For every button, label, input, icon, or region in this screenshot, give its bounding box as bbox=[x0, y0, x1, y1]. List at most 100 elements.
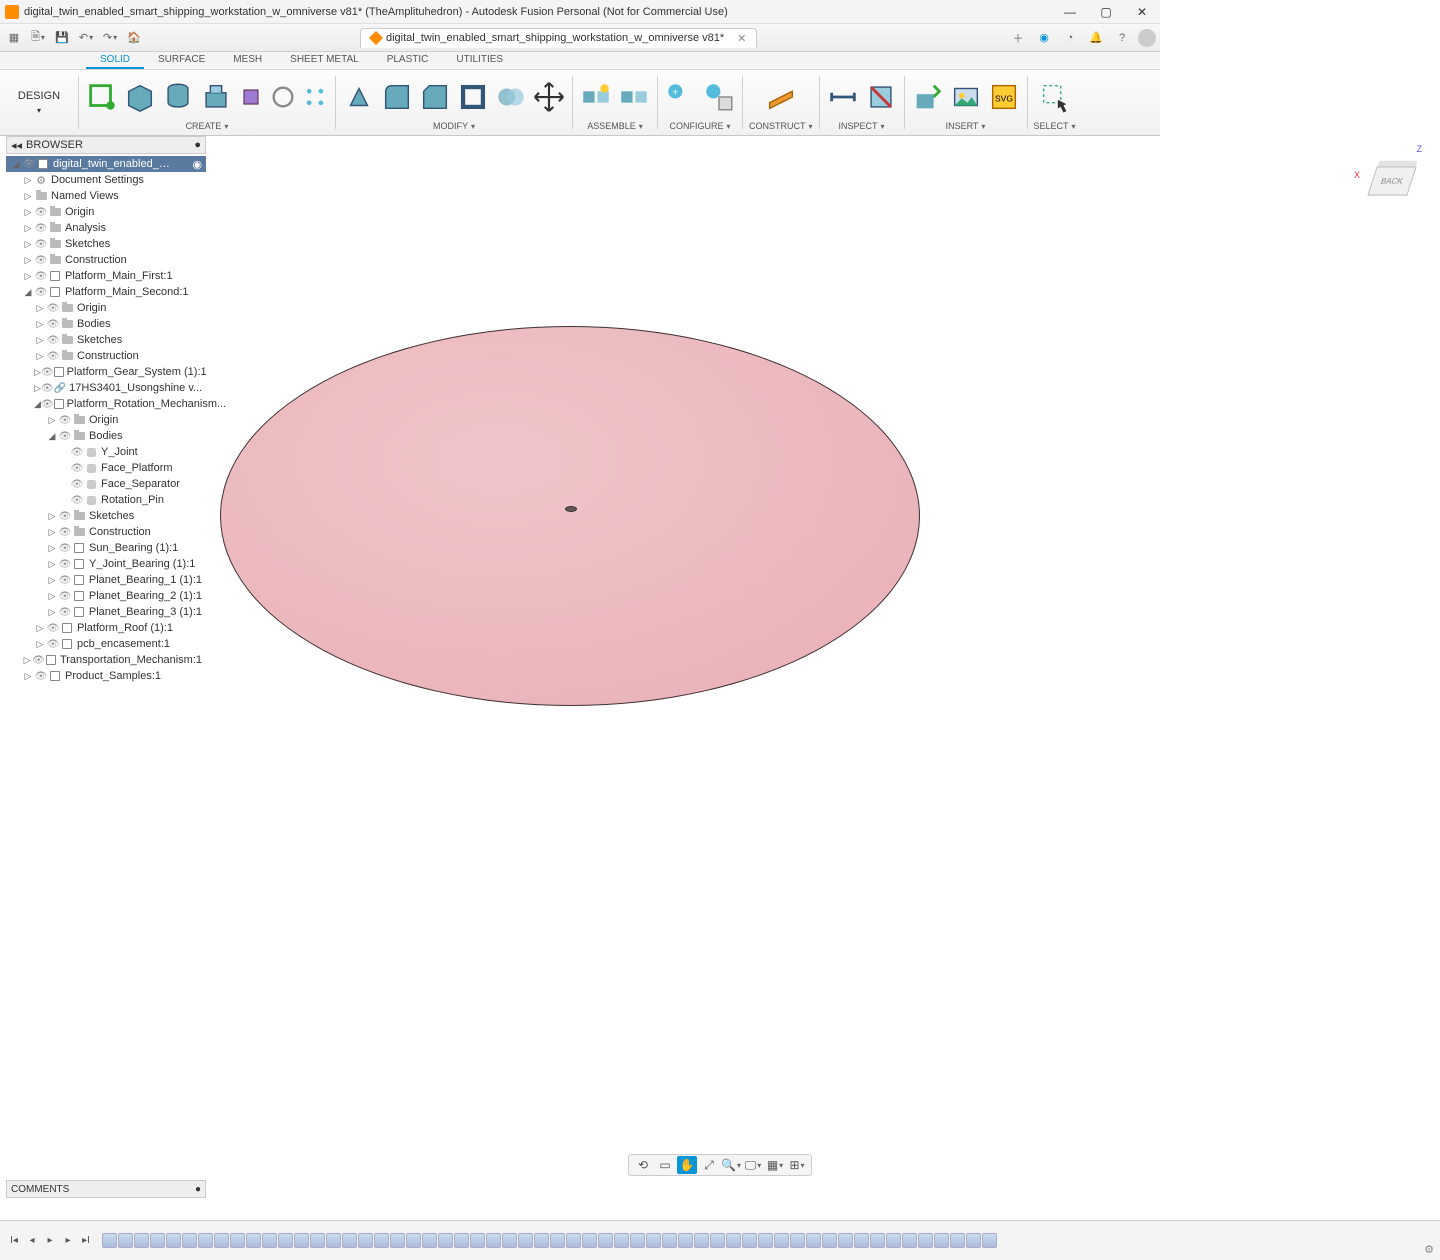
timeline-feature[interactable] bbox=[534, 1233, 549, 1248]
select-icon[interactable] bbox=[1038, 80, 1072, 114]
timeline-feature[interactable] bbox=[342, 1233, 357, 1248]
undo-icon[interactable]: ↶ bbox=[76, 28, 96, 48]
tab-solid[interactable]: SOLID bbox=[86, 52, 144, 69]
timeline-feature[interactable] bbox=[550, 1233, 565, 1248]
timeline-track[interactable] bbox=[102, 1233, 1428, 1248]
tree-item[interactable]: ▷👁Analysis bbox=[6, 220, 206, 236]
timeline-feature[interactable] bbox=[630, 1233, 645, 1248]
tree-item[interactable]: ▷👁Product_Samples:1 bbox=[6, 668, 206, 684]
timeline-feature[interactable] bbox=[502, 1233, 517, 1248]
timeline-feature[interactable] bbox=[294, 1233, 309, 1248]
shell-icon[interactable] bbox=[456, 80, 490, 114]
tree-item[interactable]: ▷👁Origin bbox=[6, 204, 206, 220]
orbit-icon[interactable]: ⟲ bbox=[633, 1156, 653, 1174]
timeline-feature[interactable] bbox=[246, 1233, 261, 1248]
assemble-label[interactable]: ASSEMBLE bbox=[587, 121, 643, 133]
press-pull-icon[interactable] bbox=[342, 80, 376, 114]
timeline-feature[interactable] bbox=[134, 1233, 149, 1248]
model-disk-face[interactable] bbox=[220, 326, 920, 706]
timeline-feature[interactable] bbox=[966, 1233, 981, 1248]
timeline-feature[interactable] bbox=[230, 1233, 245, 1248]
timeline-feature[interactable] bbox=[870, 1233, 885, 1248]
tree-item[interactable]: ▷👁pcb_encasement:1 bbox=[6, 636, 206, 652]
tree-item[interactable]: ◢👁Platform_Main_Second:1 bbox=[6, 284, 206, 300]
tree-item[interactable]: ▷👁Transportation_Mechanism:1 bbox=[6, 652, 206, 668]
timeline-feature[interactable] bbox=[742, 1233, 757, 1248]
timeline-feature[interactable] bbox=[278, 1233, 293, 1248]
chamfer-icon[interactable] bbox=[418, 80, 452, 114]
timeline-feature[interactable] bbox=[726, 1233, 741, 1248]
timeline-feature[interactable] bbox=[886, 1233, 901, 1248]
timeline-feature[interactable] bbox=[710, 1233, 725, 1248]
timeline-next-icon[interactable]: ▸ bbox=[60, 1233, 76, 1249]
tree-item[interactable]: ▷👁Planet_Bearing_3 (1):1 bbox=[6, 604, 206, 620]
create-label[interactable]: CREATE bbox=[186, 121, 229, 133]
joint-icon[interactable] bbox=[579, 80, 613, 114]
tree-item[interactable]: ▷👁Planet_Bearing_1 (1):1 bbox=[6, 572, 206, 588]
insert-derive-icon[interactable] bbox=[911, 80, 945, 114]
timeline-feature[interactable] bbox=[118, 1233, 133, 1248]
tree-item[interactable]: ▷👁Sketches bbox=[6, 508, 206, 524]
timeline-feature[interactable] bbox=[214, 1233, 229, 1248]
document-tab[interactable]: digital_twin_enabled_smart_shipping_work… bbox=[360, 28, 757, 48]
timeline-feature[interactable] bbox=[406, 1233, 421, 1248]
view-cube[interactable]: Z X BACK bbox=[1368, 148, 1420, 200]
tree-item[interactable]: ▷👁🔗17HS3401_Usongshine v... bbox=[6, 380, 206, 396]
timeline-feature[interactable] bbox=[598, 1233, 613, 1248]
close-button[interactable]: ✕ bbox=[1124, 0, 1160, 24]
modify-label[interactable]: MODIFY bbox=[433, 121, 475, 133]
timeline-feature[interactable] bbox=[310, 1233, 325, 1248]
redo-icon[interactable]: ↷ bbox=[100, 28, 120, 48]
as-built-joint-icon[interactable] bbox=[617, 80, 651, 114]
tree-item[interactable]: 👁Rotation_Pin bbox=[6, 492, 206, 508]
timeline-start-icon[interactable]: I◂ bbox=[6, 1233, 22, 1249]
tab-mesh[interactable]: MESH bbox=[219, 52, 276, 69]
tree-item[interactable]: ▷👁Platform_Roof (1):1 bbox=[6, 620, 206, 636]
file-menu-icon[interactable]: 🗎 bbox=[28, 28, 48, 48]
display-settings-icon[interactable]: 🖵 bbox=[743, 1156, 763, 1174]
timeline-play-icon[interactable]: ▸ bbox=[42, 1233, 58, 1249]
timeline-prev-icon[interactable]: ◂ bbox=[24, 1233, 40, 1249]
tab-plastic[interactable]: PLASTIC bbox=[373, 52, 443, 69]
tab-surface[interactable]: SURFACE bbox=[144, 52, 219, 69]
tree-item[interactable]: ▷👁Origin bbox=[6, 300, 206, 316]
timeline-feature[interactable] bbox=[262, 1233, 277, 1248]
timeline-feature[interactable] bbox=[150, 1233, 165, 1248]
tree-item[interactable]: ▷👁Y_Joint_Bearing (1):1 bbox=[6, 556, 206, 572]
zoom-window-icon[interactable]: 🔍 bbox=[721, 1156, 741, 1174]
browser-options-icon[interactable]: ● bbox=[194, 139, 201, 151]
timeline-feature[interactable] bbox=[422, 1233, 437, 1248]
timeline-feature[interactable] bbox=[678, 1233, 693, 1248]
timeline-feature[interactable] bbox=[102, 1233, 117, 1248]
comments-toggle-icon[interactable]: ● bbox=[195, 1184, 201, 1195]
sweep-icon[interactable] bbox=[269, 83, 297, 111]
tree-item[interactable]: ▷👁Sun_Bearing (1):1 bbox=[6, 540, 206, 556]
viewcube-face[interactable]: BACK bbox=[1367, 166, 1416, 195]
minimize-button[interactable]: — bbox=[1052, 0, 1088, 24]
tree-item[interactable]: ▷👁Bodies bbox=[6, 316, 206, 332]
look-at-icon[interactable]: ▭ bbox=[655, 1156, 675, 1174]
workspace-switcher[interactable]: DESIGN▾ bbox=[0, 70, 78, 135]
tree-item[interactable]: ▷👁Sketches bbox=[6, 236, 206, 252]
fillet-icon[interactable] bbox=[380, 80, 414, 114]
timeline-feature[interactable] bbox=[982, 1233, 997, 1248]
measure-icon[interactable] bbox=[826, 80, 860, 114]
timeline-feature[interactable] bbox=[486, 1233, 501, 1248]
tree-item[interactable]: ▷👁Platform_Main_First:1 bbox=[6, 268, 206, 284]
timeline-feature[interactable] bbox=[358, 1233, 373, 1248]
tree-item[interactable]: ▷⚙Document Settings bbox=[6, 172, 206, 188]
timeline-settings-icon[interactable]: ⚙ bbox=[1424, 1243, 1434, 1256]
timeline-feature[interactable] bbox=[646, 1233, 661, 1248]
decal-icon[interactable] bbox=[949, 80, 983, 114]
maximize-button[interactable]: ▢ bbox=[1088, 0, 1124, 24]
configure-label[interactable]: CONFIGURE bbox=[669, 121, 730, 133]
move-icon[interactable] bbox=[532, 80, 566, 114]
construct-label[interactable]: CONSTRUCT bbox=[749, 121, 813, 133]
timeline-end-icon[interactable]: ▸I bbox=[78, 1233, 94, 1249]
comments-panel[interactable]: COMMENTS ● bbox=[6, 1180, 206, 1198]
collapse-icon[interactable]: ◂◂ bbox=[11, 139, 22, 152]
timeline-feature[interactable] bbox=[374, 1233, 389, 1248]
tree-item[interactable]: 👁Face_Separator bbox=[6, 476, 206, 492]
tab-utilities[interactable]: UTILITIES bbox=[442, 52, 517, 69]
tree-item[interactable]: ▷👁Planet_Bearing_2 (1):1 bbox=[6, 588, 206, 604]
